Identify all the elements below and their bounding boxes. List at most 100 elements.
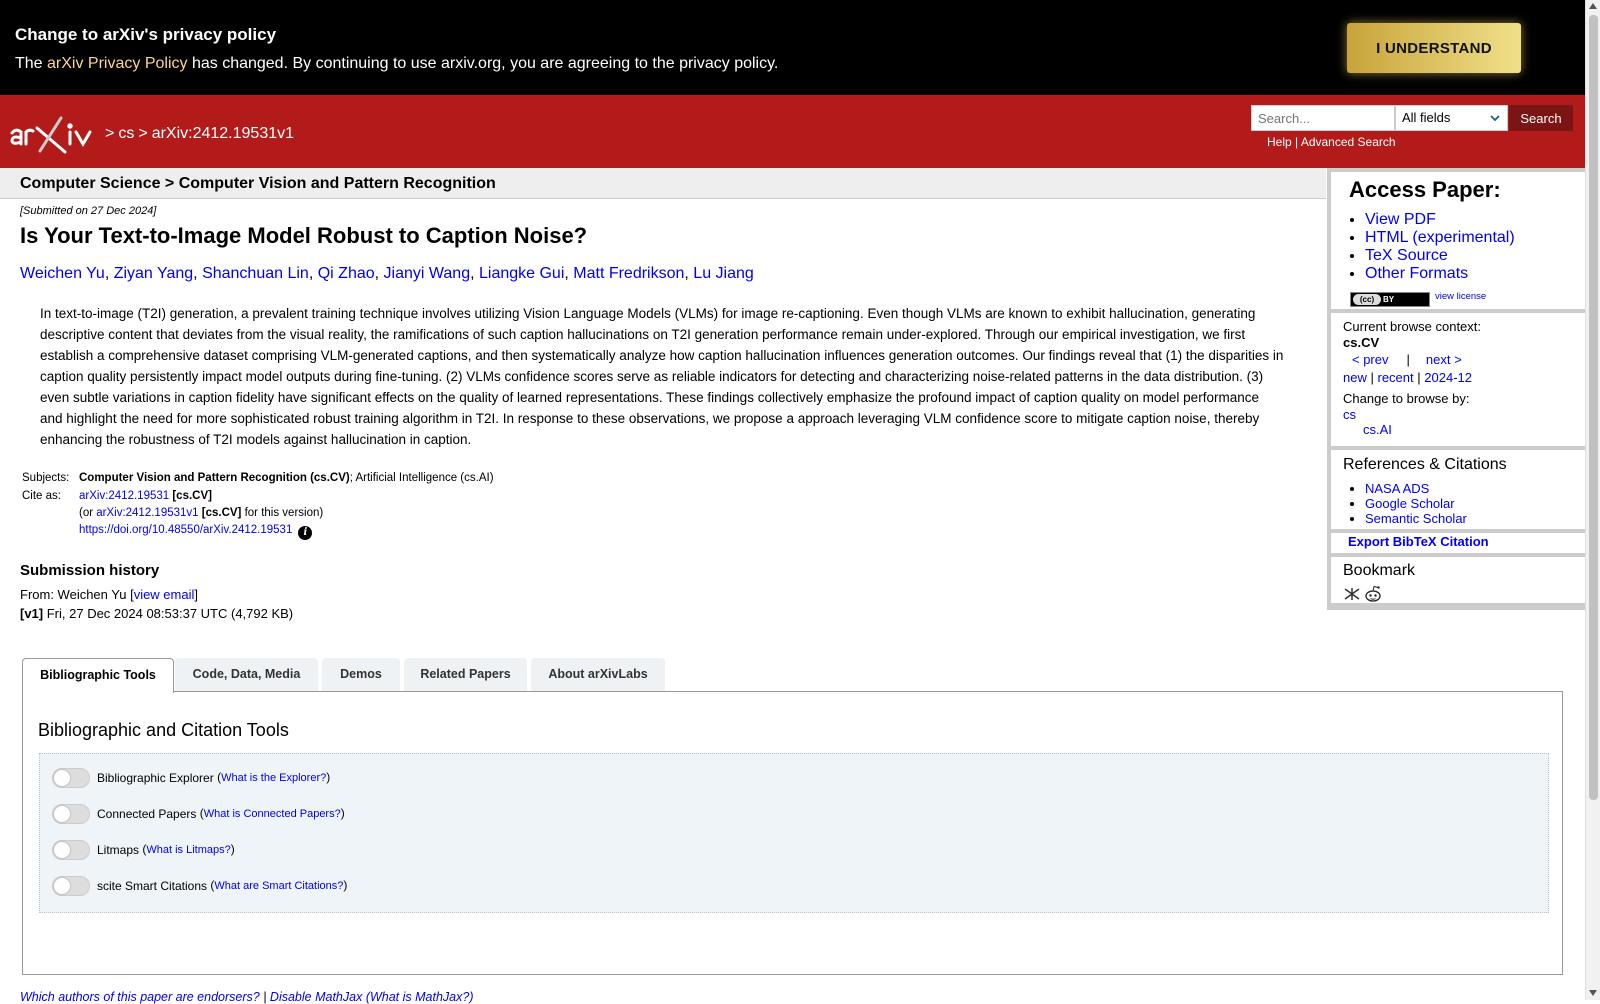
breadcrumb-cs[interactable]: cs [118,125,134,142]
sidebar: Access Paper: View PDF HTML (experimenta… [1327,168,1585,610]
help-link[interactable]: Help [1267,135,1292,149]
nav-separator: | [1370,370,1374,385]
doi-link[interactable]: https://doi.org/10.48550/arXiv.2412.1953… [79,524,292,536]
from-close: ] [194,587,198,602]
scrollbar-thumb[interactable] [1589,15,1598,800]
html-experimental-link[interactable]: HTML (experimental) [1365,229,1515,246]
tab-code-data-media[interactable]: Code, Data, Media [175,658,318,692]
tex-source-link[interactable]: TeX Source [1365,247,1448,264]
month-link[interactable]: 2024-12 [1424,370,1472,385]
i-understand-button[interactable]: I UNDERSTAND [1347,23,1521,73]
access-paper-title: Access Paper: [1349,177,1501,202]
privacy-text-after: has changed. By continuing to use arxiv.… [187,55,779,72]
cite-version-category: [cs.CV] [198,507,242,519]
tab-demos[interactable]: Demos [322,658,400,692]
scite-toggle[interactable] [52,876,90,896]
links-separator: | [1291,135,1301,149]
cc-license-badge[interactable]: (cc) BY [1350,292,1430,307]
labs-panel: Bibliographic and Citation Tools Bibliog… [22,691,1563,975]
author-link[interactable]: Ziyan Yang [114,265,193,282]
scroll-up-icon[interactable] [1589,3,1597,9]
access-links: View PDF HTML (experimental) TeX Source … [1349,211,1515,283]
bibsonomy-icon[interactable] [1343,587,1361,604]
author-link[interactable]: Weichen Yu [20,265,105,282]
nav-separator: | [1406,352,1410,367]
info-icon[interactable]: i [298,526,313,540]
author-link[interactable]: Jianyi Wang [384,265,471,282]
advanced-search-link[interactable]: Advanced Search [1301,135,1396,149]
search-input[interactable] [1251,105,1395,131]
other-formats-link[interactable]: Other Formats [1365,265,1468,282]
privacy-banner-title: Change to arXiv's privacy policy [15,25,277,44]
browse-cs-link[interactable]: cs [1343,407,1356,422]
browse-context-value: cs.CV [1343,335,1380,350]
view-license-link[interactable]: view license [1435,291,1486,302]
tab-related-papers[interactable]: Related Papers [404,658,527,692]
breadcrumb-sep: > [105,125,115,142]
search-button[interactable]: Search [1509,105,1573,131]
toggle-help-link[interactable]: What is Litmaps? [146,844,230,856]
toggle-help-link[interactable]: What is Connected Papers? [204,808,341,820]
privacy-policy-link[interactable]: arXiv Privacy Policy [47,55,187,72]
search-field-value: All fields [1402,110,1451,125]
arxiv-logo-icon[interactable] [9,114,99,157]
browse-csai-link[interactable]: cs.AI [1363,422,1392,437]
view-pdf-link[interactable]: View PDF [1365,211,1436,228]
view-email-link[interactable]: view email [134,587,195,602]
new-link[interactable]: new [1343,370,1367,385]
scroll-down-icon[interactable] [1589,990,1597,996]
breadcrumb-paper-id: arXiv:2412.19531v1 [151,125,295,142]
litmaps-toggle[interactable] [52,840,90,860]
toggle-help-link[interactable]: What are Smart Citations? [214,880,343,892]
prev-link[interactable]: < prev [1352,352,1389,367]
author-link[interactable]: Liangke Gui [479,265,564,282]
disable-mathjax-link[interactable]: Disable MathJax [270,990,362,1004]
author-link[interactable]: Matt Fredrikson [573,265,684,282]
chevron-down-icon [1489,112,1501,127]
nav-separator: | [1417,370,1421,385]
version-label: [v1] [20,606,44,621]
footer-links: Which authors of this paper are endorser… [20,990,473,1004]
cite-or-prefix: (or [79,507,97,519]
breadcrumb-sep: > [138,125,148,142]
semantic-scholar-link[interactable]: Semantic Scholar [1365,511,1467,526]
connected-papers-toggle[interactable] [52,804,90,824]
toggle-row: Bibliographic Explorer (What is the Expl… [52,768,330,788]
metadata-table: Subjects: Computer Vision and Pattern Re… [20,472,494,546]
recent-link[interactable]: recent [1378,370,1414,385]
toggle-help-link[interactable]: What is the Explorer? [221,772,326,784]
next-link[interactable]: next > [1426,352,1462,367]
toggle-label: scite Smart Citations [97,879,208,893]
cite-category: [cs.CV] [169,490,212,502]
author-link[interactable]: Qi Zhao [318,265,375,282]
search-help-links: Help | Advanced Search [1267,135,1396,149]
toggle-label: Litmaps [97,843,140,857]
site-header: >cs>arXiv:2412.19531v1 All fields Search… [0,95,1585,168]
secondary-subject: ; Artificial Intelligence (cs.AI) [349,472,494,484]
cc-badge-cc: (cc) [1353,294,1381,305]
cite-version-link[interactable]: arXiv:2412.19531v1 [96,507,198,519]
author-link[interactable]: Shanchuan Lin [202,265,309,282]
cc-badge-by: BY [1383,295,1395,304]
access-paper-box: Access Paper: View PDF HTML (experimenta… [1331,172,1585,309]
bibliographic-explorer-toggle[interactable] [52,768,90,788]
tab-about-arxivlabs[interactable]: About arXivLabs [531,658,665,692]
nasa-ads-link[interactable]: NASA ADS [1365,481,1429,496]
export-bibtex-link[interactable]: Export BibTeX Citation [1348,534,1489,549]
cite-id-link[interactable]: arXiv:2412.19531 [79,490,169,502]
page-scrollbar[interactable] [1585,0,1600,1000]
cite-version-suffix: for this version) [241,507,324,519]
reddit-icon[interactable] [1363,585,1383,606]
tab-bibliographic-tools[interactable]: Bibliographic Tools [22,658,174,693]
search-field-select[interactable]: All fields [1395,105,1508,131]
cite-label: Cite as: [22,490,61,502]
google-scholar-link[interactable]: Google Scholar [1365,496,1455,511]
what-is-mathjax-link[interactable]: (What is MathJax?) [366,990,474,1004]
paper-title: Is Your Text-to-Image Model Robust to Ca… [20,223,588,248]
author-link[interactable]: Lu Jiang [693,265,754,282]
endorsers-link[interactable]: Which authors of this paper are endorser… [20,990,260,1004]
bibtex-box: Export BibTeX Citation [1331,533,1585,553]
submission-version: [v1] Fri, 27 Dec 2024 08:53:37 UTC (4,79… [20,606,293,621]
bookmark-box: Bookmark [1331,557,1585,603]
bookmark-title: Bookmark [1343,562,1416,579]
